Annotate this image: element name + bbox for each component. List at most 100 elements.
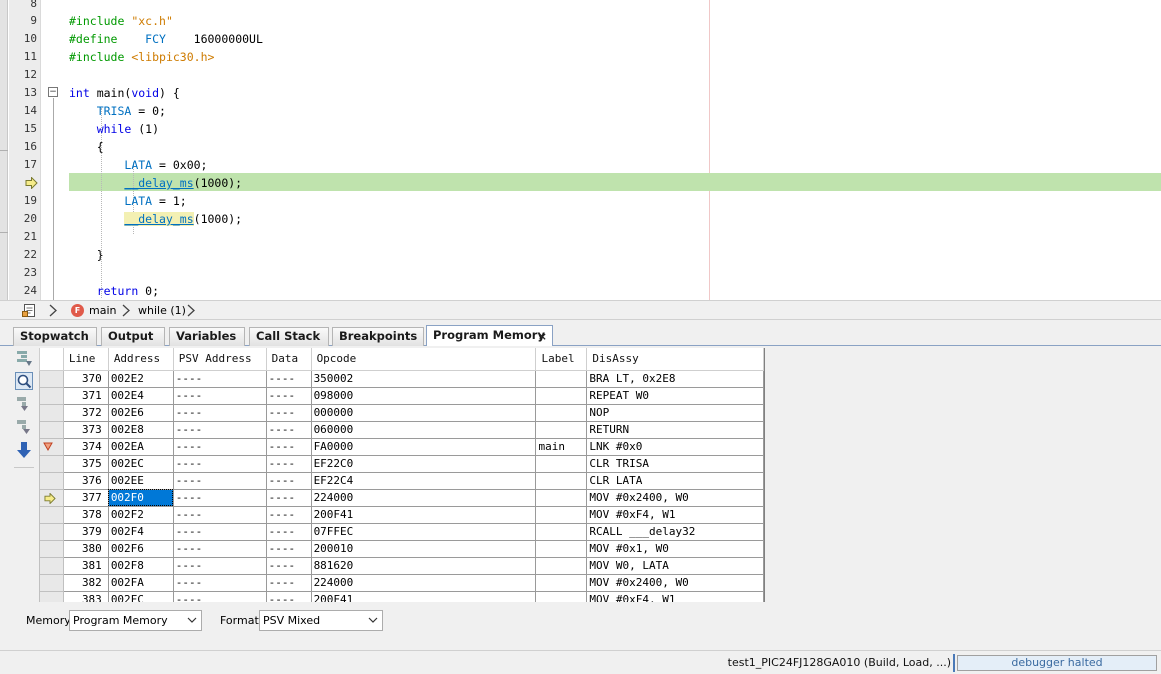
row-marker-cell[interactable]	[39, 420, 64, 439]
cell-disassy[interactable]: LNK #0x0	[586, 437, 764, 456]
column-header-psv-address[interactable]: PSV Address	[172, 348, 267, 371]
cell-line[interactable]: 377	[62, 488, 109, 507]
cell-address[interactable]: 002FC	[107, 590, 174, 602]
column-header-data[interactable]: Data	[265, 348, 312, 371]
cell-disassy[interactable]: RCALL ___delay32	[586, 522, 764, 541]
cell-line[interactable]: 374	[62, 437, 109, 456]
code-line[interactable]: 11 #include <libpic30.h>	[0, 48, 1161, 66]
cell-address[interactable]: 002F4	[107, 522, 174, 541]
cell-address[interactable]: 002E6	[107, 403, 174, 422]
cell-label[interactable]	[535, 539, 588, 558]
cell-opcode[interactable]: 200F41	[310, 590, 537, 602]
cell-label[interactable]	[535, 454, 588, 473]
code-editor[interactable]: − 8 9 #include "xc.h" 10 #define FCY 160…	[0, 0, 1161, 300]
code-line[interactable]: 20 __delay_ms(1000);	[0, 210, 1161, 228]
tab-output[interactable]: Output	[101, 327, 165, 346]
cell-address[interactable]: 002E4	[107, 386, 174, 405]
table-row[interactable]: 378 002F2 ---- ---- 200F41 MOV #0xF4, W1	[39, 505, 764, 524]
cell-data[interactable]: ----	[265, 420, 312, 439]
cell-opcode[interactable]: 098000	[310, 386, 537, 405]
code-line[interactable]: 21	[0, 228, 1161, 246]
cell-psv-address[interactable]: ----	[172, 556, 267, 575]
cell-opcode[interactable]: 200010	[310, 539, 537, 558]
code-line[interactable]: 15 while (1)	[0, 120, 1161, 138]
code-line[interactable]: 24 return 0;	[0, 282, 1161, 300]
find-icon[interactable]	[14, 371, 34, 391]
code-line[interactable]: 14 TRISA = 0;	[0, 102, 1161, 120]
cell-psv-address[interactable]: ----	[172, 590, 267, 602]
cell-line[interactable]: 376	[62, 471, 109, 490]
cell-disassy[interactable]: MOV #0x1, W0	[586, 539, 764, 558]
cell-address[interactable]: 002E2	[107, 369, 174, 388]
cell-opcode[interactable]: EF22C0	[310, 454, 537, 473]
code-line[interactable]: 23	[0, 264, 1161, 282]
step-out-icon[interactable]	[14, 417, 34, 437]
cell-opcode[interactable]: 224000	[310, 488, 537, 507]
cell-psv-address[interactable]: ----	[172, 573, 267, 592]
cell-opcode[interactable]: 200F41	[310, 505, 537, 524]
tab-stopwatch[interactable]: Stopwatch	[13, 327, 97, 346]
cell-opcode[interactable]: 000000	[310, 403, 537, 422]
cell-line[interactable]: 375	[62, 454, 109, 473]
cell-data[interactable]: ----	[265, 539, 312, 558]
cell-label[interactable]	[535, 505, 588, 524]
cell-disassy[interactable]: BRA LT, 0x2E8	[586, 369, 764, 388]
cell-line[interactable]: 378	[62, 505, 109, 524]
cell-opcode[interactable]: EF22C4	[310, 471, 537, 490]
cell-psv-address[interactable]: ----	[172, 522, 267, 541]
cell-disassy[interactable]: CLR LATA	[586, 471, 764, 490]
cell-psv-address[interactable]: ----	[172, 420, 267, 439]
cell-disassy[interactable]: MOV W0, LATA	[586, 556, 764, 575]
table-row[interactable]: 372 002E6 ---- ---- 000000 NOP	[39, 403, 764, 422]
cell-line[interactable]: 381	[62, 556, 109, 575]
table-row[interactable]: 370 002E2 ---- ---- 350002 BRA LT, 0x2E8	[39, 369, 764, 388]
cell-data[interactable]: ----	[265, 556, 312, 575]
scroll-down-arrow-icon[interactable]	[14, 440, 34, 460]
row-marker-cell[interactable]	[39, 590, 64, 602]
step-over-icon[interactable]	[14, 394, 34, 414]
table-row[interactable]: 374 002EA ---- ---- FA0000 main LNK #0x0	[39, 437, 764, 456]
format-select[interactable]: PSV Mixed	[259, 610, 383, 631]
close-tab-icon[interactable]: ×	[538, 328, 547, 345]
cell-psv-address[interactable]: ----	[172, 437, 267, 456]
cell-disassy[interactable]: MOV #0xF4, W1	[586, 505, 764, 524]
cell-psv-address[interactable]: ----	[172, 454, 267, 473]
column-header-address[interactable]: Address	[107, 348, 174, 371]
cell-opcode[interactable]: FA0000	[310, 437, 537, 456]
cell-disassy[interactable]: RETURN	[586, 420, 764, 439]
cell-label[interactable]	[535, 369, 588, 388]
cell-psv-address[interactable]: ----	[172, 369, 267, 388]
table-row[interactable]: 379 002F4 ---- ---- 07FFEC RCALL ___delay32	[39, 522, 764, 541]
cell-line[interactable]: 370	[62, 369, 109, 388]
cell-label[interactable]	[535, 488, 588, 507]
table-row[interactable]: 371 002E4 ---- ---- 098000 REPEAT W0	[39, 386, 764, 405]
table-row[interactable]: 380 002F6 ---- ---- 200010 MOV #0x1, W0	[39, 539, 764, 558]
cell-address[interactable]: 002F6	[107, 539, 174, 558]
cell-line[interactable]: 371	[62, 386, 109, 405]
cell-line[interactable]: 383	[62, 590, 109, 602]
row-marker-cell[interactable]	[39, 454, 64, 473]
cell-data[interactable]: ----	[265, 505, 312, 524]
cell-psv-address[interactable]: ----	[172, 386, 267, 405]
cell-psv-address[interactable]: ----	[172, 505, 267, 524]
code-line[interactable]: 9 #include "xc.h"	[0, 12, 1161, 30]
cell-address[interactable]: 002FA	[107, 573, 174, 592]
cell-line[interactable]: 373	[62, 420, 109, 439]
cell-label[interactable]	[535, 522, 588, 541]
cell-label[interactable]	[535, 403, 588, 422]
cell-disassy[interactable]: MOV #0xF4, W1	[586, 590, 764, 602]
cell-data[interactable]: ----	[265, 471, 312, 490]
cell-data[interactable]: ----	[265, 369, 312, 388]
cell-opcode[interactable]: 350002	[310, 369, 537, 388]
row-marker-cell[interactable]	[39, 488, 64, 507]
cell-address[interactable]: 002EA	[107, 437, 174, 456]
source-file-icon[interactable]	[22, 303, 38, 318]
row-marker-cell[interactable]	[39, 369, 64, 388]
table-row[interactable]: 375 002EC ---- ---- EF22C0 CLR TRISA	[39, 454, 764, 473]
cell-psv-address[interactable]: ----	[172, 539, 267, 558]
column-header-label[interactable]: Label	[535, 348, 588, 371]
cell-label[interactable]	[535, 420, 588, 439]
cell-label[interactable]	[535, 556, 588, 575]
tab-call-stack[interactable]: Call Stack	[249, 327, 329, 346]
cell-data[interactable]: ----	[265, 573, 312, 592]
